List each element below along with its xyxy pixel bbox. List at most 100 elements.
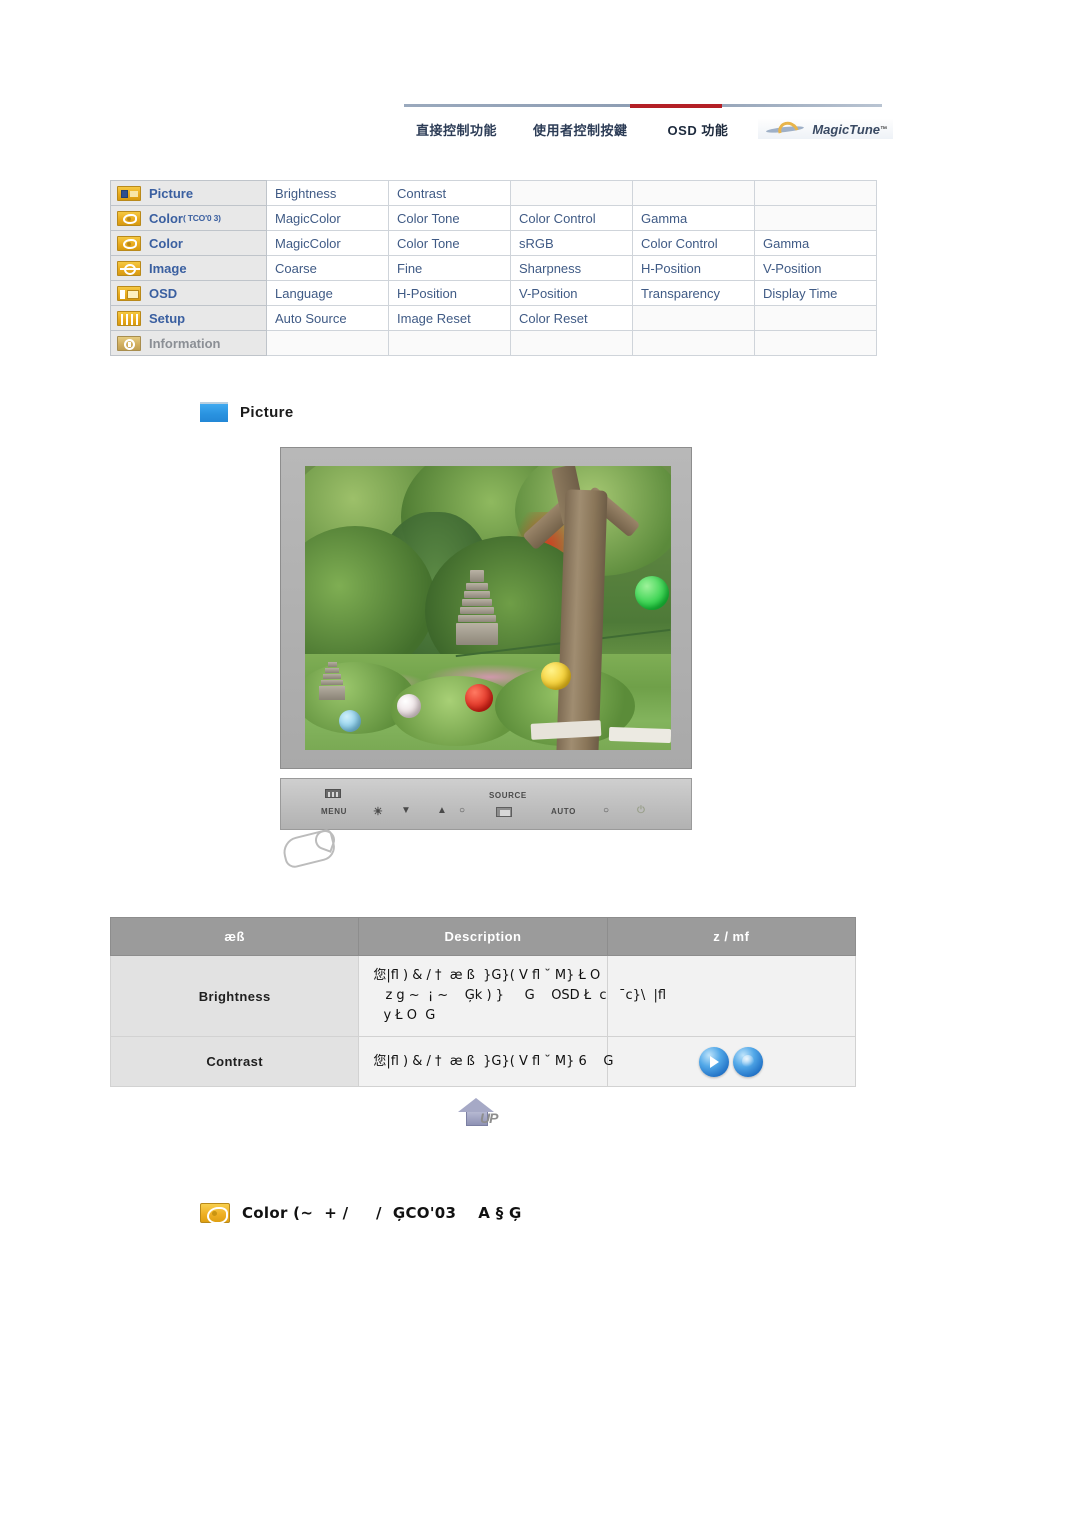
table-row: Color ( TCO'0 3) MagicColor Color Tone C…: [110, 205, 877, 231]
row-description-contrast: 您|fl ) & / † æ ß }G}( V fl ˘ M} 6 G: [358, 1036, 614, 1087]
table-row: Picture Brightness Contrast: [110, 180, 877, 206]
menu-cell[interactable]: H-Position: [388, 280, 511, 306]
nav-item-osd-function[interactable]: OSD 功能: [668, 120, 729, 139]
stone-path: [608, 726, 671, 744]
menu-cell[interactable]: Color Tone: [388, 205, 511, 231]
up-arrow-icon[interactable]: ▲: [437, 805, 448, 816]
row-label-contrast: Contrast: [109, 1036, 360, 1087]
menu-head-osd[interactable]: OSD: [110, 280, 267, 306]
menu-label: Information: [149, 335, 221, 351]
menu-cell[interactable]: H-Position: [632, 255, 755, 281]
menu-cell[interactable]: Transparency: [632, 280, 755, 306]
menu-cell[interactable]: MagicColor: [266, 205, 389, 231]
row-controls-contrast: [606, 1036, 857, 1087]
menu-head-information[interactable]: Information: [110, 330, 267, 356]
menu-cell[interactable]: Auto Source: [266, 305, 389, 331]
exit-icon[interactable]: ○: [603, 805, 610, 816]
manual-page: 直接控制功能 使用者控制按鍵 OSD 功能 MagicTune ™ Picture: [0, 0, 1080, 1528]
menu-label: Color: [149, 235, 183, 251]
column-header-control: z / mf: [606, 917, 857, 956]
menu-label: Picture: [149, 185, 194, 201]
menu-button[interactable]: MENU: [321, 807, 347, 816]
menu-cell[interactable]: Image Reset: [388, 305, 511, 331]
white-lantern: [397, 694, 421, 718]
source-button[interactable]: SOURCE: [489, 791, 527, 800]
blue-lantern: [339, 710, 361, 732]
picture-icon: [117, 185, 141, 201]
yellow-lantern: [541, 662, 571, 690]
menu-cell[interactable]: Coarse: [266, 255, 389, 281]
table-header-row: æß Description z / mf: [109, 917, 857, 956]
monitor-illustration: [280, 447, 692, 769]
menu-head-image[interactable]: Image: [110, 255, 267, 281]
menu-cell[interactable]: Fine: [388, 255, 511, 281]
small-stone-pagoda: [319, 662, 345, 718]
column-header-name: æß: [109, 917, 360, 956]
menu-label: Image: [149, 260, 187, 276]
menu-cell[interactable]: Sharpness: [510, 255, 633, 281]
osd-icon: [117, 285, 141, 301]
menu-label: Setup: [149, 310, 186, 326]
color-icon: [200, 1203, 230, 1224]
osd-menu-table: Picture Brightness Contrast Color ( TCO'…: [110, 180, 877, 356]
color-section-title: Color (~ + / / ĢCO'03 A § Ģ: [242, 1204, 522, 1222]
back-to-top-button[interactable]: UP: [458, 1098, 518, 1138]
color-icon: [117, 210, 141, 226]
setup-icon: [117, 310, 141, 326]
power-icon[interactable]: ⏻: [637, 805, 646, 816]
menu-cell[interactable]: MagicColor: [266, 230, 389, 256]
menu-glyph-icon: [325, 789, 341, 798]
page-title: Picture: [240, 403, 294, 421]
play-orb-icon[interactable]: [699, 1046, 730, 1077]
monitor-bezel: [280, 447, 692, 769]
magictune-label: MagicTune: [812, 121, 880, 137]
menu-cell[interactable]: sRGB: [510, 230, 633, 256]
menu-head-color-tco[interactable]: Color ( TCO'0 3): [110, 205, 267, 231]
menu-cell[interactable]: Color Reset: [510, 305, 633, 331]
menu-cell[interactable]: Contrast: [388, 180, 511, 206]
column-header-description: Description: [358, 917, 608, 956]
menu-cell[interactable]: V-Position: [754, 255, 877, 281]
description-line: 您|fl ) & / † æ ß }G}( V fl ˘ M} 6 G: [373, 1053, 614, 1069]
brightness-icon[interactable]: ☀: [373, 805, 383, 818]
menu-cell[interactable]: Color Control: [632, 230, 755, 256]
red-lantern: [465, 684, 493, 712]
menu-cell[interactable]: Gamma: [632, 205, 755, 231]
monitor-button-panel: MENU ☀ ▼ ▲ ○ SOURCE AUTO ○ ⏻: [280, 778, 692, 830]
menu-cell[interactable]: Gamma: [754, 230, 877, 256]
menu-cell[interactable]: Language: [266, 280, 389, 306]
menu-cell-empty: [754, 180, 877, 206]
table-row: Contrast 您|fl ) & / † æ ß }G}( V fl ˘ M}…: [109, 1036, 857, 1087]
menu-cell[interactable]: Brightness: [266, 180, 389, 206]
menu-cell-empty: [510, 330, 633, 356]
monitor-screen-photo: [305, 466, 671, 750]
hand-cursor-icon: [275, 828, 347, 870]
top-navigation: 直接控制功能 使用者控制按鍵 OSD 功能 MagicTune ™: [404, 104, 893, 146]
section-heading-color: Color (~ + / / ĢCO'03 A § Ģ: [200, 1203, 522, 1224]
table-row: Information: [110, 330, 877, 356]
auto-button[interactable]: AUTO: [551, 807, 576, 816]
plain-orb-icon[interactable]: [733, 1046, 764, 1077]
nav-item-user-control-keys[interactable]: 使用者控制按鍵: [533, 120, 628, 139]
enter-glyph-icon[interactable]: [496, 807, 512, 817]
table-row: Color MagicColor Color Tone sRGB Color C…: [110, 230, 877, 256]
menu-head-color[interactable]: Color: [110, 230, 267, 256]
adjust-icon[interactable]: ○: [459, 805, 466, 816]
menu-head-picture[interactable]: Picture: [110, 180, 267, 206]
tco-superscript: ( TCO'0 3): [182, 213, 221, 223]
nav-item-direct-control[interactable]: 直接控制功能: [416, 120, 497, 139]
row-description-brightness: 您|fl ) & / † æ ß }G}( V fl ˘ M} Ł O z g …: [358, 955, 666, 1037]
menu-label: OSD: [149, 285, 178, 301]
menu-cell[interactable]: Color Tone: [388, 230, 511, 256]
magictune-logo[interactable]: MagicTune ™: [758, 119, 893, 139]
menu-cell[interactable]: Display Time: [754, 280, 877, 306]
description-line: 您|fl ) & / † æ ß }G}( V fl ˘ M} Ł O: [373, 968, 601, 983]
menu-cell[interactable]: V-Position: [510, 280, 633, 306]
information-icon: [117, 335, 141, 351]
image-icon: [117, 260, 141, 276]
menu-cell[interactable]: Color Control: [510, 205, 633, 231]
menu-label: Color: [149, 210, 183, 226]
down-arrow-icon[interactable]: ▼: [401, 805, 412, 816]
section-heading-picture: Picture: [200, 402, 294, 422]
menu-head-setup[interactable]: Setup: [110, 305, 267, 331]
